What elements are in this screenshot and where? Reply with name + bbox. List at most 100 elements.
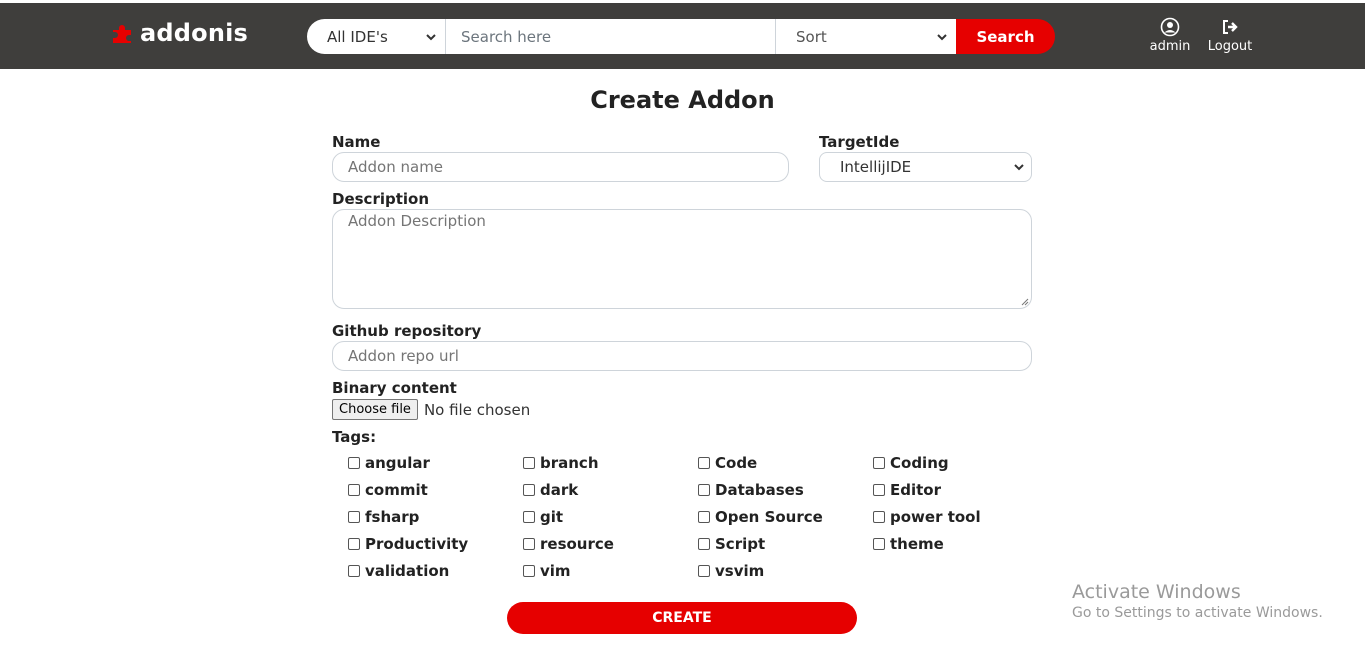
sort-value: Sort xyxy=(796,27,827,46)
target-ide-value: IntellijIDE xyxy=(840,158,912,176)
tag-checkbox[interactable]: power tool xyxy=(871,503,1046,530)
sign-out-icon xyxy=(1223,20,1238,34)
user-circle-icon xyxy=(1160,17,1180,37)
chevron-down-icon xyxy=(1014,164,1024,171)
logo[interactable]: addonis xyxy=(110,19,248,47)
checkbox[interactable] xyxy=(698,456,710,469)
tag-label: fsharp xyxy=(365,507,420,526)
checkbox[interactable] xyxy=(348,564,360,577)
github-repo-input[interactable]: Addon repo url xyxy=(332,341,1032,371)
tag-checkbox[interactable]: vsvim xyxy=(696,557,871,584)
checkbox[interactable] xyxy=(698,483,710,496)
tag-label: dark xyxy=(540,480,579,499)
logout-link[interactable]: Logout xyxy=(1205,17,1255,54)
create-button[interactable]: CREATE xyxy=(507,602,857,634)
checkbox[interactable] xyxy=(523,537,535,550)
tag-label: git xyxy=(540,507,564,526)
tag-label: theme xyxy=(890,534,944,553)
checkbox[interactable] xyxy=(523,510,535,523)
checkbox[interactable] xyxy=(523,483,535,496)
tag-label: vim xyxy=(540,561,571,580)
page-title: Create Addon xyxy=(590,86,775,114)
tag-checkbox[interactable]: commit xyxy=(346,476,521,503)
tag-label: validation xyxy=(365,561,450,580)
tag-checkbox[interactable]: Productivity xyxy=(346,530,521,557)
search-bar: All IDE's Search here Sort Search xyxy=(307,19,1055,54)
search-button[interactable]: Search xyxy=(956,19,1055,54)
tag-label: commit xyxy=(365,480,428,499)
checkbox[interactable] xyxy=(698,564,710,577)
name-label: Name xyxy=(332,133,381,151)
choose-file-button[interactable]: Choose file xyxy=(332,399,418,420)
puzzle-piece-icon xyxy=(113,25,131,43)
target-ide-label: TargetIde xyxy=(819,133,900,151)
ide-filter-value: All IDE's xyxy=(327,27,388,46)
github-label: Github repository xyxy=(332,322,482,340)
logo-text: addonis xyxy=(140,19,249,47)
checkbox[interactable] xyxy=(523,564,535,577)
target-ide-select[interactable]: IntellijIDE xyxy=(819,152,1032,182)
activation-watermark: Activate Windows Go to Settings to activ… xyxy=(1072,581,1323,621)
tag-label: branch xyxy=(540,453,599,472)
tag-label: resource xyxy=(540,534,614,553)
checkbox[interactable] xyxy=(873,537,885,550)
search-placeholder: Search here xyxy=(461,27,552,46)
chevron-down-icon xyxy=(426,33,436,40)
description-label: Description xyxy=(332,190,430,208)
tag-label: Editor xyxy=(890,480,941,499)
tag-label: Script xyxy=(715,534,766,553)
search-input[interactable]: Search here xyxy=(446,19,776,54)
tag-checkbox[interactable]: vim xyxy=(521,557,696,584)
tag-checkbox[interactable]: branch xyxy=(521,449,696,476)
checkbox[interactable] xyxy=(348,456,360,469)
tags-grid: angular branch Code Coding commit dark D… xyxy=(346,449,1046,584)
tag-checkbox[interactable]: resource xyxy=(521,530,696,557)
name-input[interactable]: Addon name xyxy=(332,152,789,182)
checkbox[interactable] xyxy=(523,456,535,469)
checkbox[interactable] xyxy=(348,537,360,550)
tag-checkbox[interactable]: validation xyxy=(346,557,521,584)
tag-label: Productivity xyxy=(365,534,469,553)
tag-label: Coding xyxy=(890,453,949,472)
binary-file-input: Choose file No file chosen xyxy=(332,399,530,420)
checkbox[interactable] xyxy=(873,483,885,496)
checkbox[interactable] xyxy=(873,456,885,469)
tag-checkbox[interactable]: Code xyxy=(696,449,871,476)
watermark-subtitle: Go to Settings to activate Windows. xyxy=(1072,605,1323,621)
watermark-title: Activate Windows xyxy=(1072,581,1241,603)
checkbox[interactable] xyxy=(698,537,710,550)
tag-checkbox[interactable]: dark xyxy=(521,476,696,503)
description-textarea[interactable]: Addon Description xyxy=(332,209,1032,309)
name-placeholder: Addon name xyxy=(348,158,444,176)
tags-label: Tags: xyxy=(332,428,377,446)
tag-label: power tool xyxy=(890,507,981,526)
checkbox[interactable] xyxy=(348,510,360,523)
tag-label: Code xyxy=(715,453,758,472)
tag-checkbox[interactable]: theme xyxy=(871,530,1046,557)
top-navbar: addonis All IDE's Search here Sort Searc… xyxy=(0,0,1365,69)
file-status: No file chosen xyxy=(423,400,531,419)
tag-checkbox[interactable]: angular xyxy=(346,449,521,476)
checkbox[interactable] xyxy=(348,483,360,496)
checkbox[interactable] xyxy=(698,510,710,523)
tag-label: Databases xyxy=(715,480,804,499)
tag-checkbox[interactable]: Script xyxy=(696,530,871,557)
ide-filter-select[interactable]: All IDE's xyxy=(307,19,446,54)
binary-label: Binary content xyxy=(332,379,457,397)
tag-checkbox[interactable]: fsharp xyxy=(346,503,521,530)
tag-checkbox[interactable]: Databases xyxy=(696,476,871,503)
chevron-down-icon xyxy=(937,33,947,40)
checkbox[interactable] xyxy=(873,510,885,523)
tag-label: angular xyxy=(365,453,430,472)
github-placeholder: Addon repo url xyxy=(348,347,459,365)
tag-checkbox[interactable]: Open Source xyxy=(696,503,871,530)
resize-handle-icon[interactable] xyxy=(1019,296,1029,306)
sort-select[interactable]: Sort xyxy=(776,19,956,54)
tag-checkbox[interactable]: Coding xyxy=(871,449,1046,476)
logout-label: Logout xyxy=(1207,39,1253,54)
tag-label: Open Source xyxy=(715,507,823,526)
user-menu[interactable]: admin xyxy=(1145,17,1195,54)
tag-checkbox[interactable]: git xyxy=(521,503,696,530)
user-label: admin xyxy=(1149,39,1191,54)
tag-checkbox[interactable]: Editor xyxy=(871,476,1046,503)
